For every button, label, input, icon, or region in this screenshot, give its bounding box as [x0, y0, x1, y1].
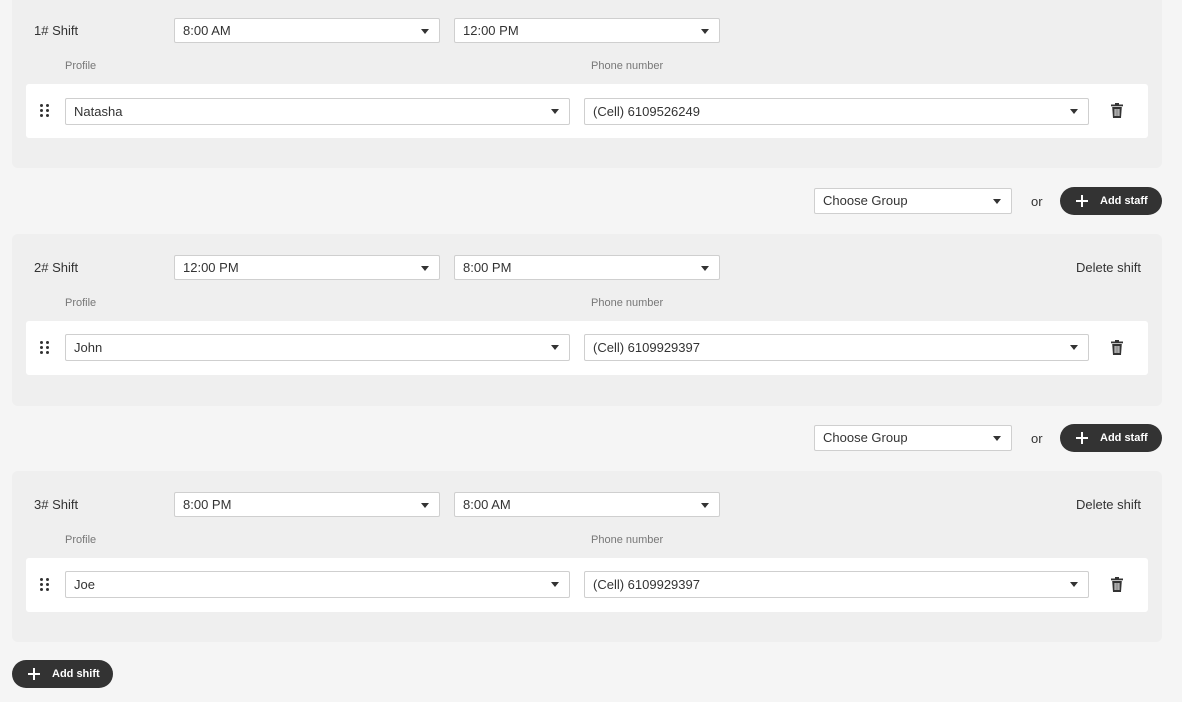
profile-column-label: Profile	[65, 534, 97, 546]
phone-select[interactable]: (Cell) 6109526249	[584, 98, 1089, 125]
shift-start-value: 8:00 AM	[183, 23, 231, 38]
chevron-down-icon	[1070, 582, 1078, 587]
add-staff-label: Add staff	[1100, 432, 1148, 444]
add-staff-button[interactable]: Add staff	[1060, 424, 1162, 452]
chevron-down-icon	[421, 266, 429, 271]
trash-icon[interactable]	[1111, 103, 1123, 118]
shift-end-select[interactable]: 12:00 PM	[454, 18, 720, 43]
shift-end-value: 8:00 AM	[463, 497, 511, 512]
or-text: or	[1031, 194, 1043, 209]
phone-value: (Cell) 6109929397	[593, 340, 700, 355]
chevron-down-icon	[551, 345, 559, 350]
staff-row: Natasha (Cell) 6109526249	[26, 84, 1148, 138]
profile-value: Joe	[74, 577, 95, 592]
staff-row: John (Cell) 6109929397	[26, 321, 1148, 375]
add-staff-button[interactable]: Add staff	[1060, 187, 1162, 215]
profile-column-label: Profile	[65, 297, 97, 309]
chevron-down-icon	[701, 29, 709, 34]
shift-start-select[interactable]: 8:00 AM	[174, 18, 440, 43]
chevron-down-icon	[993, 436, 1001, 441]
or-text: or	[1031, 431, 1043, 446]
phone-column-label: Phone number	[591, 534, 664, 546]
add-shift-label: Add shift	[52, 668, 100, 680]
shift-title: 3# Shift	[34, 497, 79, 512]
shift-1: 1# Shift 8:00 AM 12:00 PM Profile Phone …	[12, 0, 1162, 168]
chevron-down-icon	[701, 266, 709, 271]
chevron-down-icon	[993, 199, 1001, 204]
profile-value: John	[74, 340, 103, 355]
shift-3: 3# Shift 8:00 PM 8:00 AM Delete shift Pr…	[12, 471, 1162, 642]
profile-select[interactable]: Natasha	[65, 98, 570, 125]
trash-icon[interactable]	[1111, 577, 1123, 592]
phone-select[interactable]: (Cell) 6109929397	[584, 571, 1089, 598]
chevron-down-icon	[1070, 109, 1078, 114]
phone-select[interactable]: (Cell) 6109929397	[584, 334, 1089, 361]
chevron-down-icon	[421, 29, 429, 34]
choose-group-select[interactable]: Choose Group	[814, 425, 1012, 451]
chevron-down-icon	[701, 503, 709, 508]
profile-value: Natasha	[74, 104, 123, 119]
phone-value: (Cell) 6109526249	[593, 104, 700, 119]
shift-end-value: 12:00 PM	[463, 23, 519, 38]
chevron-down-icon	[421, 503, 429, 508]
phone-value: (Cell) 6109929397	[593, 577, 700, 592]
chevron-down-icon	[551, 109, 559, 114]
profile-select[interactable]: Joe	[65, 571, 570, 598]
group-value: Choose Group	[823, 430, 908, 445]
group-value: Choose Group	[823, 193, 908, 208]
add-staff-label: Add staff	[1100, 195, 1148, 207]
phone-column-label: Phone number	[591, 60, 664, 72]
shift-2: 2# Shift 12:00 PM 8:00 PM Delete shift P…	[12, 234, 1162, 406]
trash-icon[interactable]	[1111, 340, 1123, 355]
phone-column-label: Phone number	[591, 297, 664, 309]
delete-shift-button[interactable]: Delete shift	[1076, 260, 1141, 275]
choose-group-select[interactable]: Choose Group	[814, 188, 1012, 214]
drag-handle-icon[interactable]	[40, 578, 50, 592]
delete-shift-button[interactable]: Delete shift	[1076, 497, 1141, 512]
profile-column-label: Profile	[65, 60, 97, 72]
shift-end-select[interactable]: 8:00 AM	[454, 492, 720, 517]
chevron-down-icon	[1070, 345, 1078, 350]
drag-handle-icon[interactable]	[40, 341, 50, 355]
shift-start-value: 8:00 PM	[183, 497, 232, 512]
shift-end-value: 8:00 PM	[463, 260, 512, 275]
profile-select[interactable]: John	[65, 334, 570, 361]
plus-icon	[1076, 195, 1088, 207]
shift-end-select[interactable]: 8:00 PM	[454, 255, 720, 280]
add-shift-button[interactable]: Add shift	[12, 660, 113, 688]
shift-start-select[interactable]: 8:00 PM	[174, 492, 440, 517]
chevron-down-icon	[551, 582, 559, 587]
plus-icon	[1076, 432, 1088, 444]
plus-icon	[28, 668, 40, 680]
staff-row: Joe (Cell) 6109929397	[26, 558, 1148, 612]
shift-title: 1# Shift	[34, 23, 79, 38]
shift-start-select[interactable]: 12:00 PM	[174, 255, 440, 280]
shift-title: 2# Shift	[34, 260, 79, 275]
drag-handle-icon[interactable]	[40, 104, 50, 118]
shift-start-value: 12:00 PM	[183, 260, 239, 275]
